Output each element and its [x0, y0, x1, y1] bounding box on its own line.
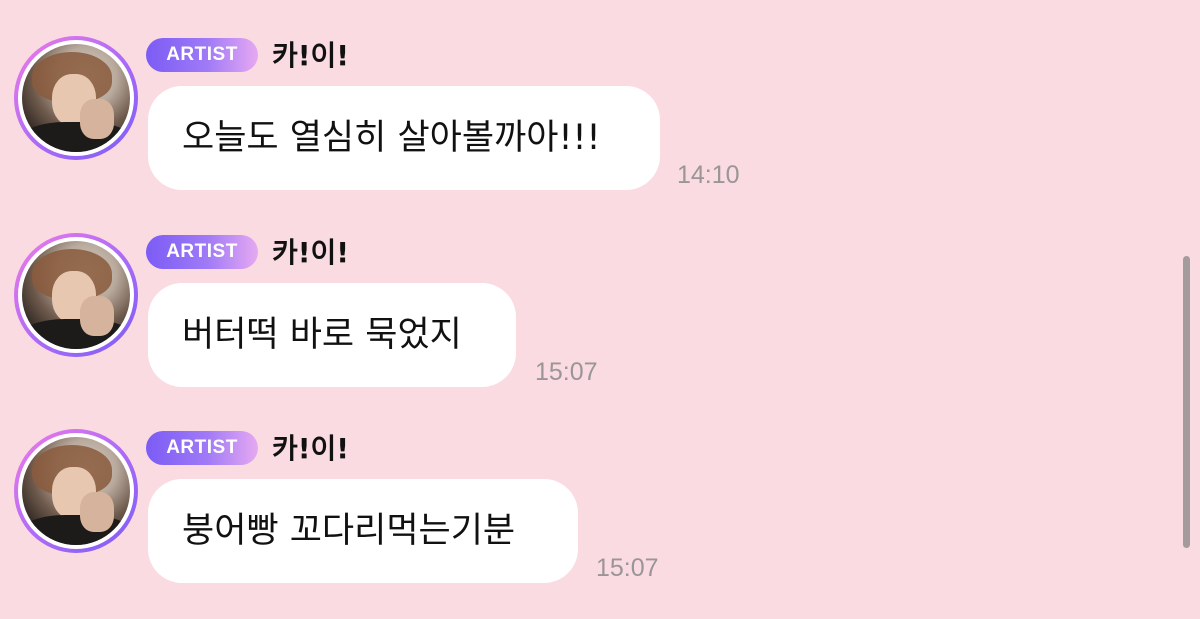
artist-avatar-icon — [22, 44, 130, 152]
sender-name[interactable]: 카!이! — [272, 233, 349, 273]
chat-message: ARTIST 카!이! 오늘도 열심히 살아볼까아!!! 14:10 — [0, 36, 1180, 226]
avatar-hand — [80, 296, 114, 336]
avatar-ring[interactable] — [14, 429, 138, 553]
message-timestamp: 14:10 — [677, 161, 740, 189]
avatar-ring[interactable] — [14, 233, 138, 357]
avatar-body — [22, 122, 130, 152]
chat-message-list[interactable]: ARTIST 카!이! 오늘도 열심히 살아볼까아!!! 14:10 ARTIS… — [0, 0, 1200, 609]
chat-message: ARTIST 카!이! 버터떡 바로 묵었지 15:07 — [0, 233, 1180, 423]
avatar-frame — [18, 40, 134, 156]
avatar-ring[interactable] — [14, 36, 138, 160]
message-bubble[interactable]: 버터떡 바로 묵었지 — [148, 283, 516, 387]
avatar-hand — [80, 492, 114, 532]
avatar-body — [22, 319, 130, 349]
message-bubble[interactable]: 오늘도 열심히 살아볼까아!!! — [148, 86, 660, 190]
avatar-frame — [18, 237, 134, 353]
avatar-body — [22, 515, 130, 545]
artist-badge: ARTIST — [146, 235, 258, 269]
artist-badge: ARTIST — [146, 431, 258, 465]
sender-name[interactable]: 카!이! — [272, 36, 349, 76]
message-bubble[interactable]: 붕어빵 꼬다리먹는기분 — [148, 479, 578, 583]
artist-avatar-icon — [22, 437, 130, 545]
chat-message: ARTIST 카!이! 붕어빵 꼬다리먹는기분 15:07 — [0, 429, 1180, 619]
avatar-frame — [18, 433, 134, 549]
message-timestamp: 15:07 — [535, 358, 598, 386]
sender-name[interactable]: 카!이! — [272, 429, 349, 469]
avatar-hand — [80, 99, 114, 139]
artist-badge: ARTIST — [146, 38, 258, 72]
scrollbar-thumb[interactable] — [1183, 256, 1190, 548]
artist-avatar-icon — [22, 241, 130, 349]
message-timestamp: 15:07 — [596, 554, 659, 582]
